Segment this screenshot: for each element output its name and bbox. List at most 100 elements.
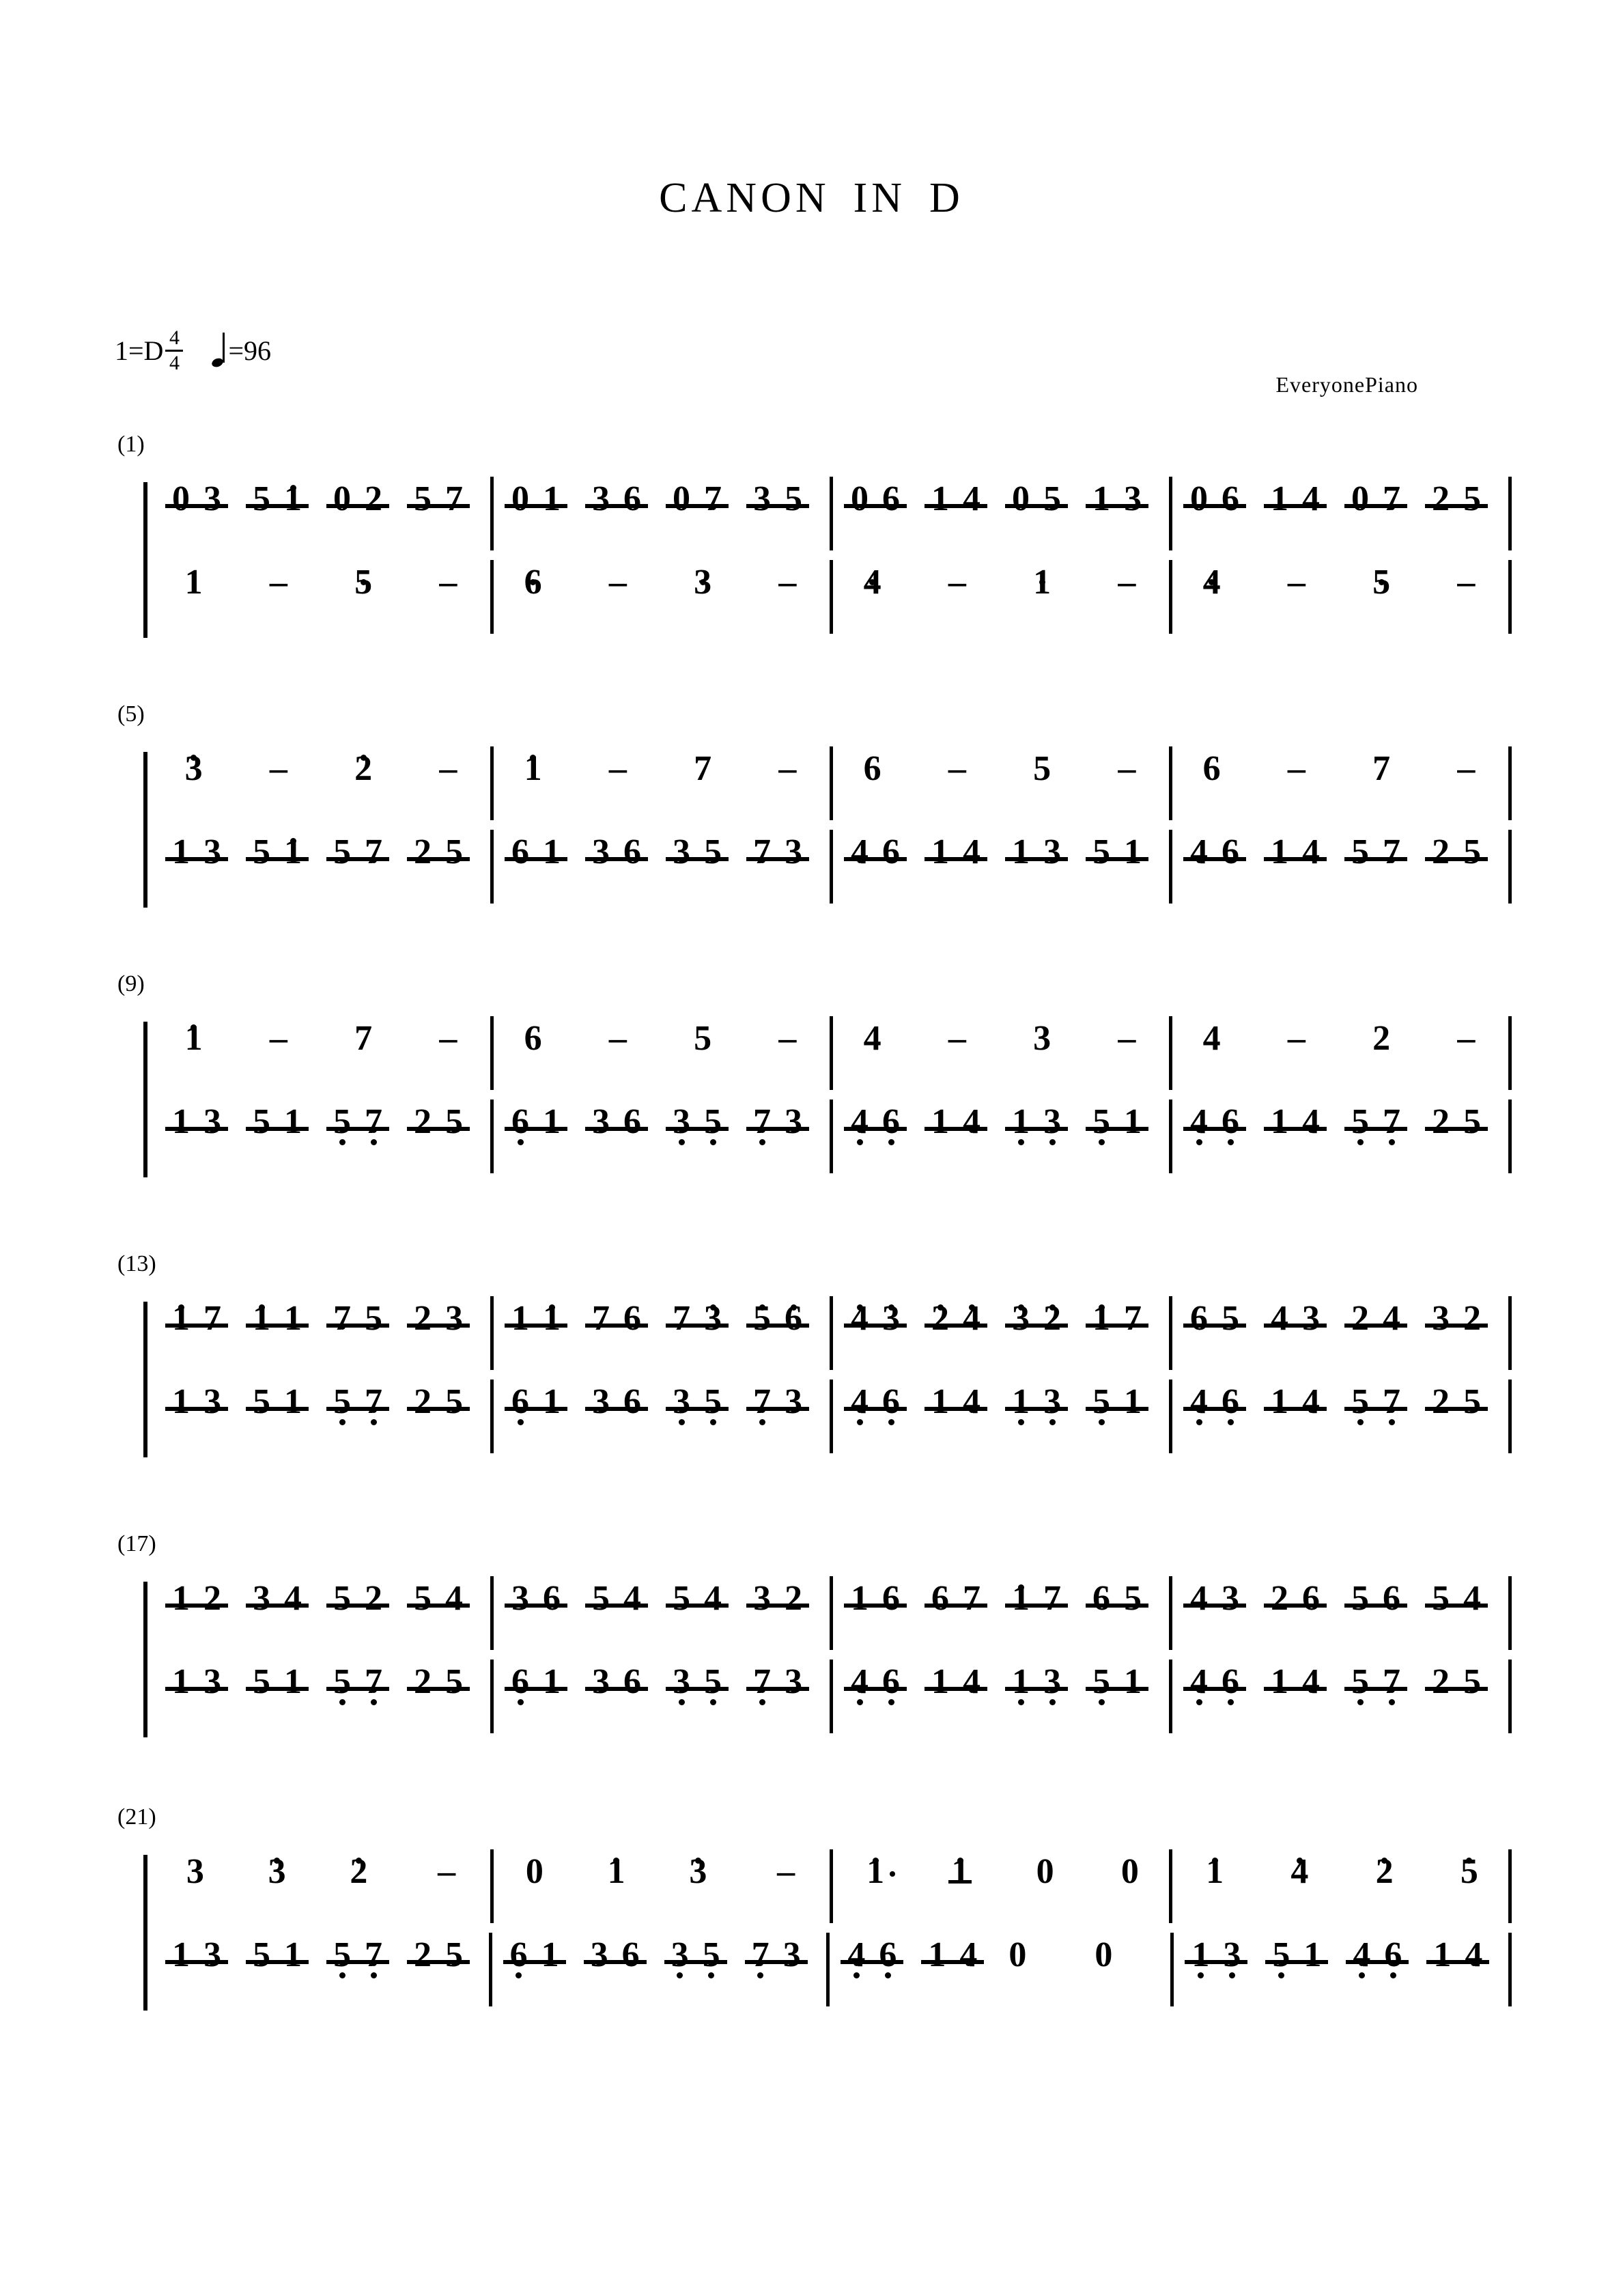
note: 2 <box>1372 1019 1391 1058</box>
note: 1 <box>165 1658 197 1706</box>
note: 4 <box>1183 828 1215 876</box>
beamed-note-group: 46 <box>1183 828 1246 876</box>
note: 4 <box>863 1019 881 1058</box>
note: 6 <box>1215 1378 1246 1426</box>
beamed-note-group: 13 <box>165 828 228 876</box>
beamed-note-group: 43 <box>1264 1295 1327 1343</box>
note: 4 <box>956 1295 987 1343</box>
note: 3 <box>1302 1299 1320 1338</box>
beamed-note-group: 54 <box>666 1575 729 1623</box>
note: 3 <box>778 1098 809 1146</box>
note: 7 <box>1372 749 1391 788</box>
system-start-barline <box>143 1022 147 1177</box>
note: 7 <box>697 475 729 523</box>
note: 7 <box>694 749 712 788</box>
octave-dot-below <box>697 839 729 887</box>
note: 2 <box>407 1658 438 1706</box>
beamed-note-group: 51 <box>246 1378 309 1426</box>
octave-dot-above <box>682 1840 714 1888</box>
beam-line <box>948 1880 972 1884</box>
note: 1 <box>284 1382 302 1421</box>
note: 5 <box>1222 1299 1239 1338</box>
beamed-note-group: 36 <box>585 1378 648 1426</box>
tempo-marking: =96 <box>210 332 271 369</box>
beamed-note-group: 25 <box>1425 1098 1488 1146</box>
right-hand-staff: 12345254365454321667176543265654 <box>154 1575 1512 1651</box>
note: 2 <box>1036 1295 1068 1343</box>
note: 6 <box>518 559 549 606</box>
beamed-note-group: 46 <box>1183 1378 1246 1426</box>
beamed-note-group: 46 <box>1183 1658 1246 1706</box>
note: 3 <box>178 745 210 793</box>
beamed-note-group: 11 <box>246 1295 309 1343</box>
title-word-1: CANON <box>659 175 830 221</box>
note: 1 <box>1117 1378 1148 1426</box>
octave-dot-below <box>1456 1389 1488 1437</box>
octave-dot-below <box>505 839 536 887</box>
octave-dot-below <box>925 1109 956 1157</box>
note: 6 <box>863 749 881 788</box>
octave-dot-above <box>178 737 210 785</box>
note: 1 <box>1297 1931 1328 1979</box>
octave-dot-below <box>1456 1669 1488 1717</box>
right-hand-staff: 03510257013607350614051306140725 <box>154 475 1512 552</box>
note: – <box>1118 749 1136 788</box>
note: 5 <box>673 1579 690 1618</box>
note: 1 <box>1264 1378 1295 1426</box>
beamed-note-group: 46 <box>844 1378 907 1426</box>
octave-dot-below <box>778 1389 809 1437</box>
note: – <box>608 1019 627 1058</box>
note: 2 <box>1271 1579 1288 1618</box>
title-word-2: IN <box>853 175 907 221</box>
measure: 0 1 3 – <box>494 1848 833 1924</box>
note: 6 <box>617 1658 648 1706</box>
octave-dot-below-2 <box>696 1955 727 2002</box>
note: 5 <box>1033 749 1052 788</box>
octave-dot-below-2 <box>326 1121 358 1169</box>
beamed-note-group: 35 <box>666 1098 729 1146</box>
note: 6 <box>543 1579 561 1618</box>
octave-dot-below <box>1425 1109 1456 1157</box>
octave-dot-above <box>1284 1840 1315 1888</box>
beamed-note-group: 25 <box>1425 1658 1488 1706</box>
octave-dot-below <box>438 1389 470 1437</box>
measure: 65432432 <box>1172 1295 1512 1371</box>
beamed-note-group: 25 <box>1425 475 1488 523</box>
measure: 61363573 <box>494 1378 833 1455</box>
note: 6 <box>872 1931 903 1979</box>
note: 4 <box>963 479 980 518</box>
note: 1 <box>246 1295 277 1343</box>
note: 3 <box>666 1658 697 1706</box>
measure: 12345254 <box>154 1575 494 1651</box>
octave-dot-above <box>1036 1287 1068 1334</box>
note: 4 <box>952 1931 984 1979</box>
octave-dot-below <box>584 1942 615 1990</box>
note: 3 <box>1124 479 1142 518</box>
measure: 13515725 <box>154 1931 492 2008</box>
octave-dot-below <box>1297 1942 1328 1990</box>
octave-dot-below <box>585 1109 617 1157</box>
octave-dot-below-2 <box>1086 1681 1117 1729</box>
measure: 61363573 <box>494 828 833 905</box>
note: 6 <box>931 1579 949 1618</box>
measure: 06140513 <box>833 475 1172 552</box>
note: 1 <box>536 1098 567 1146</box>
measure: 4 – 1 – <box>833 559 1172 635</box>
measure: 36545432 <box>494 1575 833 1651</box>
octave-dot-above <box>536 1287 567 1334</box>
note: 6 <box>875 1575 907 1623</box>
note: 5 <box>1036 475 1068 523</box>
note: – <box>439 749 457 788</box>
note: 0 <box>1095 1935 1113 1974</box>
note: 6 <box>505 1658 536 1706</box>
note: 4 <box>1295 1098 1327 1146</box>
note: 7 <box>1376 1098 1407 1146</box>
octave-dot-below <box>536 1389 567 1437</box>
note: 3 <box>253 1579 270 1618</box>
octave-dot-below <box>1344 839 1376 887</box>
octave-dot-below-2 <box>1344 1401 1376 1449</box>
note: 4 <box>841 1931 872 1979</box>
octave-dot-below <box>1376 486 1407 534</box>
note: 3 <box>682 1848 714 1896</box>
octave-dot-below <box>1425 1669 1456 1717</box>
